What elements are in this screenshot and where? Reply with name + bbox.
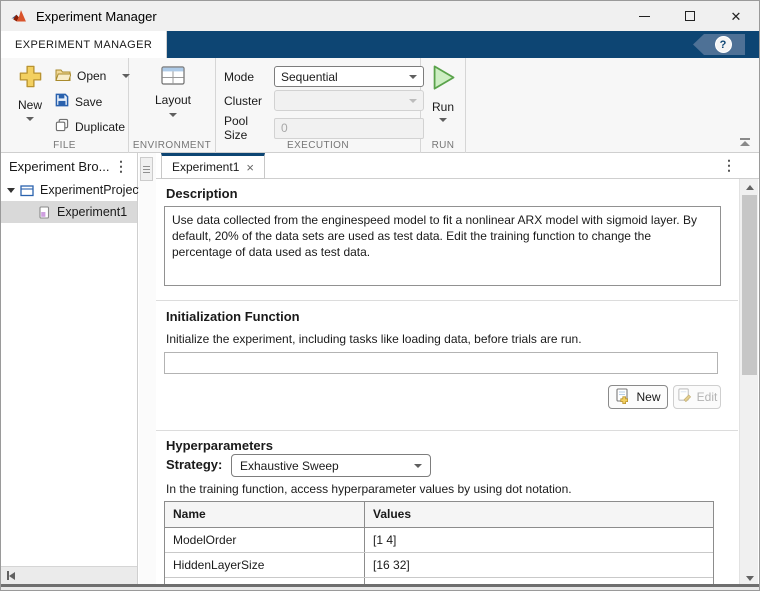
help-icon: ? — [714, 36, 732, 53]
duplicate-button[interactable]: Duplicate — [55, 118, 125, 135]
hyperparameters-heading: Hyperparameters — [166, 438, 273, 453]
tab-experiment-manager[interactable]: EXPERIMENT MANAGER — [1, 31, 168, 58]
save-button[interactable]: Save — [55, 93, 102, 110]
new-button[interactable]: New — [9, 63, 51, 121]
expand-caret-icon[interactable] — [7, 187, 15, 193]
content-vertical-scrollbar[interactable] — [739, 179, 758, 586]
document-tab-bar: Experiment1 × ⋮ — [156, 153, 759, 179]
init-edit-button: Edit — [673, 385, 721, 409]
save-icon — [55, 93, 69, 110]
execution-section-label: EXECUTION — [287, 140, 349, 151]
file-section-label: FILE — [53, 140, 76, 151]
strategy-label: Strategy: — [166, 457, 223, 472]
open-button[interactable]: Open — [55, 68, 131, 84]
open-folder-icon — [55, 68, 72, 84]
run-button[interactable]: Run — [426, 63, 460, 122]
section-file: New Open Save Duplicate FILE — [1, 58, 131, 153]
duplicate-icon — [55, 118, 69, 135]
cluster-caret-icon — [409, 98, 417, 103]
panel-splitter[interactable] — [139, 153, 156, 586]
scroll-up-button[interactable] — [740, 179, 759, 195]
init-function-input[interactable] — [164, 352, 718, 374]
scroll-down-icon — [745, 575, 754, 581]
window-bottom-border — [1, 584, 759, 590]
table-row[interactable]: HiddenLayerSize [16 32] — [165, 553, 713, 578]
tree-item-label: Experiment1 — [57, 205, 128, 219]
new-dropdown-caret[interactable] — [26, 117, 34, 121]
tab-close-icon[interactable]: × — [246, 161, 254, 174]
collapse-ribbon-button[interactable] — [738, 138, 751, 146]
new-function-icon — [615, 387, 631, 407]
minimize-button[interactable] — [621, 1, 667, 31]
hyperparameters-table: Name Values ModelOrder [1 4] HiddenLayer… — [164, 501, 714, 586]
mode-label: Mode — [224, 69, 255, 84]
title-bar: Experiment Manager ✕ — [1, 1, 759, 31]
mode-caret-icon — [409, 74, 417, 79]
scroll-up-icon — [745, 184, 754, 190]
new-plus-icon — [17, 63, 44, 95]
matlab-logo-icon — [10, 8, 27, 25]
environment-section-label: ENVIRONMENT — [132, 140, 212, 151]
column-header-values[interactable]: Values — [365, 502, 713, 527]
strategy-select[interactable]: Exhaustive Sweep — [231, 454, 431, 477]
tree-item-label: ExperimentProject — [40, 183, 143, 197]
browser-title: Experiment Bro... — [9, 158, 110, 174]
tab-bar-menu-icon[interactable]: ⋮ — [719, 158, 739, 172]
tree-item-project[interactable]: ExperimentProject — [1, 179, 142, 201]
section-environment: Layout ENVIRONMENT — [129, 58, 216, 153]
init-function-heading: Initialization Function — [166, 309, 300, 324]
tab-experiment1[interactable]: Experiment1 × — [161, 153, 265, 179]
project-icon — [20, 184, 34, 197]
run-section-label: RUN — [431, 140, 455, 151]
tree-item-experiment1[interactable]: Experiment1 — [1, 201, 137, 223]
pool-size-label: Pool Size — [224, 114, 249, 142]
toolbar: New Open Save Duplicate FILE Layout ENVI… — [1, 58, 759, 153]
layout-icon — [161, 66, 185, 90]
run-dropdown-caret[interactable] — [439, 118, 447, 122]
maximize-icon — [685, 11, 695, 21]
document-content: Description Use data collected from the … — [156, 179, 738, 586]
close-icon: ✕ — [730, 8, 742, 24]
close-button[interactable]: ✕ — [713, 1, 759, 31]
maximize-button[interactable] — [667, 1, 713, 31]
column-header-name[interactable]: Name — [165, 502, 365, 527]
scroll-to-start-icon[interactable] — [7, 571, 15, 580]
init-function-caption: Initialize the experiment, including tas… — [166, 332, 582, 346]
ribbon-tab-strip: EXPERIMENT MANAGER ? — [1, 31, 759, 58]
browser-horizontal-scrollbar[interactable] — [1, 566, 137, 584]
table-row[interactable]: ModelOrder [1 4] — [165, 528, 713, 553]
edit-function-icon — [677, 388, 692, 406]
cluster-label: Cluster — [224, 93, 263, 108]
pool-size-input — [274, 117, 424, 139]
experiment-manager-window: Experiment Manager ✕ EXPERIMENT MANAGER … — [0, 0, 760, 591]
section-execution: Mode Sequential Cluster Pool Size EXECUT… — [216, 58, 424, 153]
browser-menu-icon[interactable]: ⋮ — [111, 159, 131, 173]
section-divider — [156, 430, 738, 431]
description-textarea[interactable]: Use data collected from the enginespeed … — [164, 206, 721, 286]
window-title: Experiment Manager — [36, 8, 157, 24]
table-header-row: Name Values — [165, 502, 713, 528]
description-heading: Description — [166, 186, 238, 201]
strategy-caret-icon — [414, 463, 422, 468]
layout-dropdown-caret[interactable] — [169, 113, 177, 117]
run-play-icon — [430, 63, 457, 97]
minimize-icon — [638, 15, 650, 17]
layout-button[interactable]: Layout — [151, 66, 195, 117]
init-new-button[interactable]: New — [608, 385, 668, 409]
help-button[interactable]: ? — [693, 34, 745, 55]
experiment-icon — [39, 205, 50, 219]
cluster-select — [274, 90, 424, 111]
splitter-grip-icon[interactable] — [140, 157, 153, 181]
experiment-browser-panel: Experiment Bro... ⋮ ExperimentProject Ex… — [1, 153, 142, 586]
section-run: Run RUN — [421, 58, 466, 153]
section-divider — [156, 300, 738, 301]
mode-select[interactable]: Sequential — [274, 66, 424, 87]
hyperparameters-caption: In the training function, access hyperpa… — [166, 482, 572, 496]
scrollbar-thumb[interactable] — [742, 195, 757, 375]
